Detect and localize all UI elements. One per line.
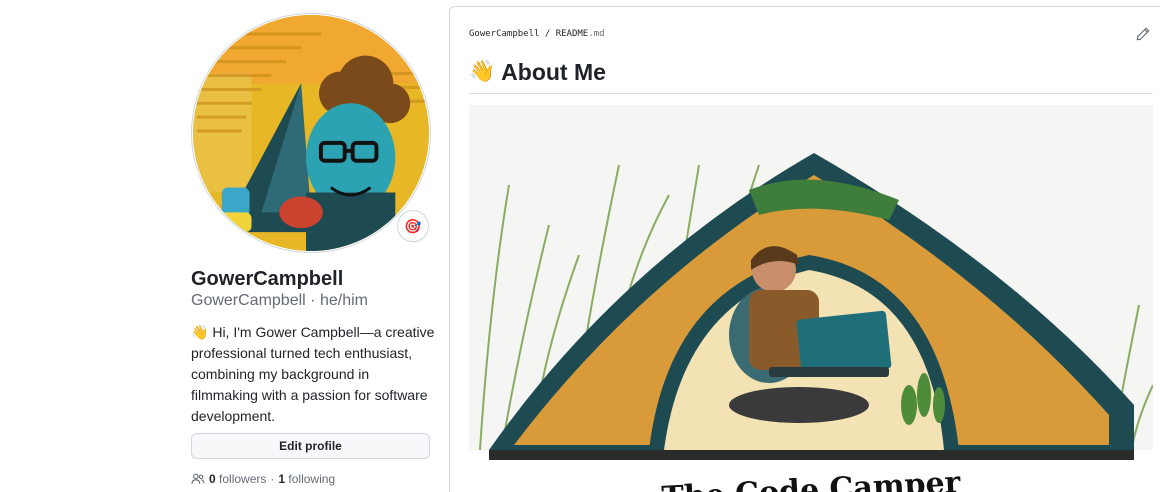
people-icon xyxy=(191,473,205,484)
followers-count: 0 xyxy=(209,472,216,486)
following-label: following xyxy=(288,472,336,486)
waving-hand-icon: 👋 xyxy=(469,60,496,83)
followers-label: followers xyxy=(219,472,267,486)
profile-username: GowerCampbell xyxy=(191,292,306,309)
set-status-button[interactable]: 🎯 xyxy=(397,210,429,242)
readme-path-ext: .md xyxy=(588,29,605,39)
bio-text: Hi, I'm Gower Campbell—a creative profes… xyxy=(191,324,435,424)
readme-path: GowerCampbell / README.md xyxy=(469,29,605,39)
profile-username-line: GowerCampbell · he/him xyxy=(191,291,368,311)
wave-emoji-icon: 👋 xyxy=(191,324,209,340)
username-separator: · xyxy=(310,292,316,309)
readme-heading-text: About Me xyxy=(501,59,606,85)
avatar-container: 🎯 xyxy=(191,13,431,253)
readme-path-separator: / xyxy=(544,29,551,39)
profile-page: 🎯 GowerCampbell GowerCampbell · he/him 👋… xyxy=(0,0,1160,492)
readme-path-file: README xyxy=(555,29,589,39)
edit-profile-button[interactable]: Edit profile xyxy=(191,433,430,459)
profile-fullname: GowerCampbell xyxy=(191,268,344,290)
following-count: 1 xyxy=(278,472,286,486)
follow-separator: · xyxy=(270,472,275,486)
code-camper-banner-image[interactable]: The Code Camper xyxy=(469,105,1153,492)
followers-link[interactable]: 0 followers xyxy=(209,472,266,486)
edit-readme-pencil-icon[interactable] xyxy=(1136,27,1150,41)
readme-heading: 👋 About Me xyxy=(469,57,1153,94)
following-link[interactable]: 1 following xyxy=(278,472,335,486)
profile-bio: 👋 Hi, I'm Gower Campbell—a creative prof… xyxy=(191,322,435,427)
target-emoji-icon: 🎯 xyxy=(404,217,422,234)
readme-path-user[interactable]: GowerCampbell xyxy=(469,29,539,39)
avatar[interactable] xyxy=(191,13,431,253)
profile-pronouns: he/him xyxy=(319,292,368,309)
readme-box: GowerCampbell / README.md 👋 About Me The… xyxy=(449,6,1160,492)
follow-stats: 0 followers · 1 following xyxy=(191,472,335,486)
